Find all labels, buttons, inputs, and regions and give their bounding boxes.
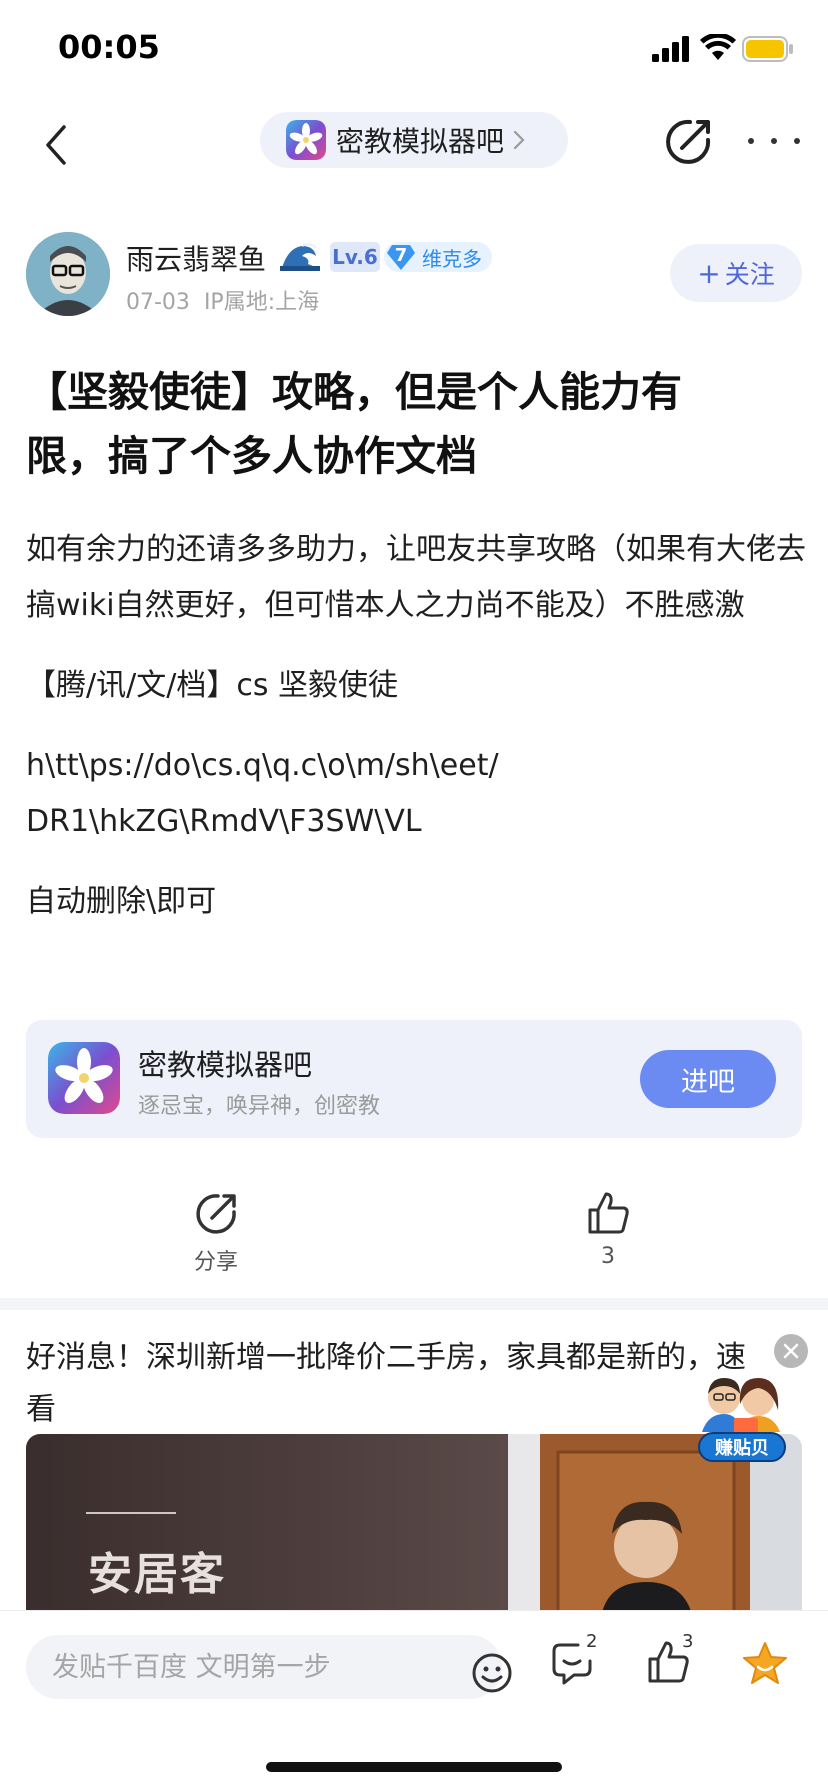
forum-logo-icon bbox=[286, 120, 326, 160]
sticker-label[interactable]: 赚贴贝 bbox=[698, 1432, 786, 1462]
post-paragraph: 如有余力的还请多多助力，让吧友共享攻略（如果有大佬去搞wiki自然更好，但可惜本… bbox=[26, 532, 806, 623]
ip-location: IP属地:上海 bbox=[203, 290, 320, 315]
post-paragraph: h\tt\ps://do\cs.q\q.c\o\m/sh\eet/ DR1\hk… bbox=[26, 748, 499, 839]
post-paragraph: 【腾/讯/文/档】cs 坚毅使徒 bbox=[26, 668, 398, 703]
wifi-icon bbox=[700, 34, 736, 60]
author-row: 雨云翡翠鱼 Lv.6 7 维克多 07-03 IP属地:上海 + 关注 bbox=[0, 228, 828, 328]
like-count: 3 bbox=[601, 1244, 615, 1269]
close-icon[interactable] bbox=[774, 1334, 808, 1368]
share-label: 分享 bbox=[193, 1250, 238, 1275]
like-bottom-count: 3 bbox=[682, 1631, 694, 1652]
emoji-icon[interactable] bbox=[470, 1651, 514, 1695]
ad-banner: 安居客 bbox=[26, 1434, 508, 1624]
reply-input[interactable] bbox=[52, 1635, 432, 1699]
battery-icon bbox=[742, 36, 793, 62]
ad-title: 好消息！深圳新增一批降价二手房，家具都是新的，速看 bbox=[26, 1340, 746, 1427]
forum-pill-name: 密教模拟器吧 bbox=[336, 125, 505, 158]
member-label: 维克多 bbox=[422, 246, 482, 271]
post-paragraph: 自动删除\即可 bbox=[26, 884, 217, 919]
thumbs-up-icon bbox=[588, 1192, 629, 1234]
follow-button[interactable]: + 关注 bbox=[670, 244, 802, 302]
post-body: 如有余力的还请多多助力，让吧友共享攻略（如果有大佬去搞wiki自然更好，但可惜本… bbox=[26, 522, 806, 954]
level-badge: Lv.6 bbox=[330, 242, 380, 272]
wave-icon bbox=[280, 243, 320, 271]
member-badge: 7 维克多 bbox=[384, 242, 492, 272]
avatar-image bbox=[26, 232, 110, 316]
comment-count: 2 bbox=[586, 1631, 598, 1652]
home-indicator bbox=[266, 1762, 562, 1772]
post-meta: 07-03 IP属地:上海 bbox=[126, 284, 333, 316]
post-actions: 分享 3 bbox=[0, 1190, 828, 1290]
post-title: 【坚毅使徒】攻略，但是个人能力有限，搞了个多人协作文档 bbox=[26, 368, 682, 480]
back-button[interactable] bbox=[36, 120, 76, 170]
back-arrow-icon bbox=[46, 125, 66, 165]
ad-brand: 安居客 bbox=[88, 1549, 226, 1600]
signal-icon bbox=[652, 36, 689, 62]
share-icon bbox=[196, 1194, 236, 1234]
more-icon[interactable] bbox=[748, 126, 800, 156]
author-name[interactable]: 雨云翡翠鱼 bbox=[126, 238, 266, 278]
member-level: 7 bbox=[394, 245, 408, 266]
forum-card[interactable]: 密教模拟器吧 逐忌宝，唤异神，创密教 进吧 bbox=[26, 1020, 802, 1138]
plus-icon: + bbox=[697, 256, 721, 290]
status-time: 00:05 bbox=[58, 28, 160, 66]
comment-button[interactable]: 2 bbox=[548, 1631, 600, 1691]
reply-box[interactable] bbox=[26, 1635, 512, 1699]
post-date: 07-03 bbox=[126, 290, 190, 315]
ad-image: 安居客 bbox=[26, 1434, 802, 1624]
like-bottom-button[interactable]: 3 bbox=[644, 1631, 696, 1691]
avatar[interactable] bbox=[26, 232, 110, 316]
follow-label: 关注 bbox=[724, 260, 775, 289]
share-button[interactable]: 分享 bbox=[156, 1190, 276, 1276]
chevron-right-icon bbox=[513, 130, 525, 150]
compose-icon[interactable] bbox=[660, 114, 716, 170]
star-icon bbox=[743, 1642, 787, 1684]
forum-logo-icon bbox=[48, 1042, 120, 1114]
nav-bar: 密教模拟器吧 bbox=[0, 96, 828, 196]
enter-forum-button[interactable]: 进吧 bbox=[640, 1050, 776, 1108]
section-divider bbox=[0, 1298, 828, 1310]
forum-pill[interactable]: 密教模拟器吧 bbox=[260, 112, 568, 168]
forum-card-slogan: 逐忌宝，唤异神，创密教 bbox=[138, 1094, 381, 1119]
like-button[interactable]: 3 bbox=[548, 1190, 668, 1269]
status-bar: 00:05 bbox=[0, 0, 828, 96]
forum-card-name: 密教模拟器吧 bbox=[138, 1048, 313, 1082]
ad-divider bbox=[86, 1512, 176, 1514]
favorite-button[interactable] bbox=[740, 1639, 792, 1691]
